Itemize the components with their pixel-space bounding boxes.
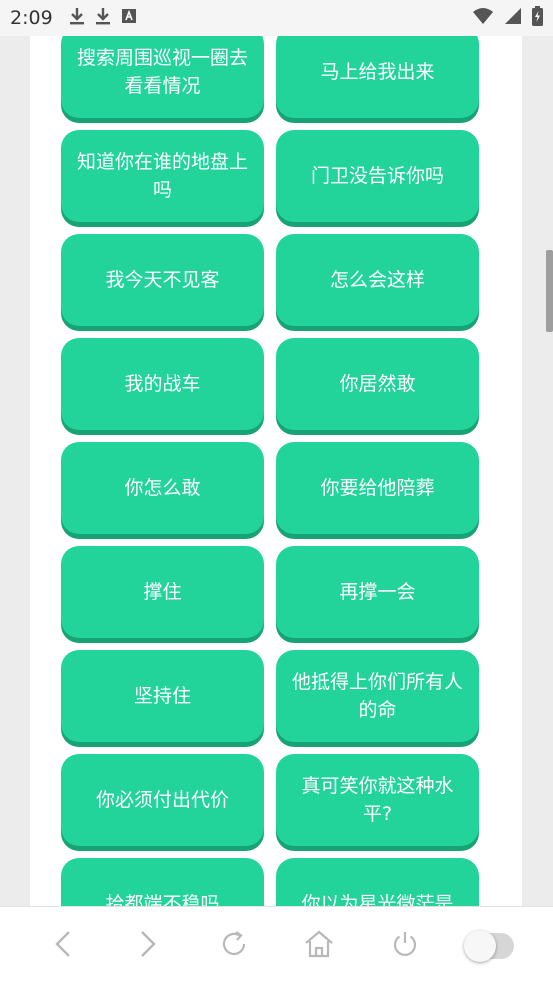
home-icon (303, 929, 335, 963)
status-bar: 2:09 (0, 0, 553, 36)
phrase-button[interactable]: 你怎么敢 (61, 442, 264, 534)
content-area[interactable]: 搜索周围巡视一圈去看看情况 马上给我出来 知道你在谁的地盘上吗 门卫没告诉你吗 … (0, 36, 553, 906)
scrollbar-thumb[interactable] (546, 250, 553, 332)
toggle-track (464, 929, 515, 962)
phrase-button[interactable]: 真可笑你就这种水平? (276, 754, 479, 846)
phrase-button[interactable]: 怎么会这样 (276, 234, 479, 326)
battery-icon (532, 6, 543, 30)
phrase-button[interactable]: 你要给他陪葬 (276, 442, 479, 534)
status-icons-right (472, 6, 543, 30)
phrase-button[interactable]: 搜索周围巡视一圈去看看情况 (61, 36, 264, 118)
status-icons-left (69, 7, 137, 29)
back-icon (53, 929, 73, 963)
home-button[interactable] (295, 922, 343, 970)
phrase-button[interactable]: 马上给我出来 (276, 36, 479, 118)
phrase-button[interactable]: 你以为星光微茫是 (276, 858, 479, 906)
phrase-grid: 搜索周围巡视一圈去看看情况 马上给我出来 知道你在谁的地盘上吗 门卫没告诉你吗 … (61, 36, 481, 906)
phrase-button[interactable]: 你居然敢 (276, 338, 479, 430)
back-button[interactable] (39, 922, 87, 970)
content-panel: 搜索周围巡视一圈去看看情况 马上给我出来 知道你在谁的地盘上吗 门卫没告诉你吗 … (30, 36, 522, 906)
phrase-button[interactable]: 知道你在谁的地盘上吗 (61, 130, 264, 222)
phrase-button[interactable]: 他抵得上你们所有人的命 (276, 650, 479, 742)
reload-button[interactable] (210, 922, 258, 970)
status-time: 2:09 (10, 7, 53, 29)
phrase-button[interactable]: 我的战车 (61, 338, 264, 430)
browser-nav-bar (0, 906, 553, 984)
phrase-button[interactable]: 你必须付出代价 (61, 754, 264, 846)
phrase-button[interactable]: 门卫没告诉你吗 (276, 130, 479, 222)
forward-button[interactable] (124, 922, 172, 970)
download-icon (69, 7, 85, 29)
wifi-icon (472, 7, 494, 29)
forward-icon (138, 929, 158, 963)
reload-icon (219, 929, 249, 963)
a-box-icon (121, 8, 137, 28)
toggle-switch[interactable] (464, 922, 515, 970)
power-button[interactable] (381, 922, 429, 970)
phrase-button[interactable]: 再撑一会 (276, 546, 479, 638)
power-icon (390, 929, 420, 963)
signal-icon (504, 7, 522, 29)
toggle-knob (464, 929, 497, 962)
phrase-button[interactable]: 拾都端不稳吗 (61, 858, 264, 906)
download-icon (95, 7, 111, 29)
phrase-button[interactable]: 坚持住 (61, 650, 264, 742)
phrase-button[interactable]: 我今天不见客 (61, 234, 264, 326)
phrase-button[interactable]: 撑住 (61, 546, 264, 638)
